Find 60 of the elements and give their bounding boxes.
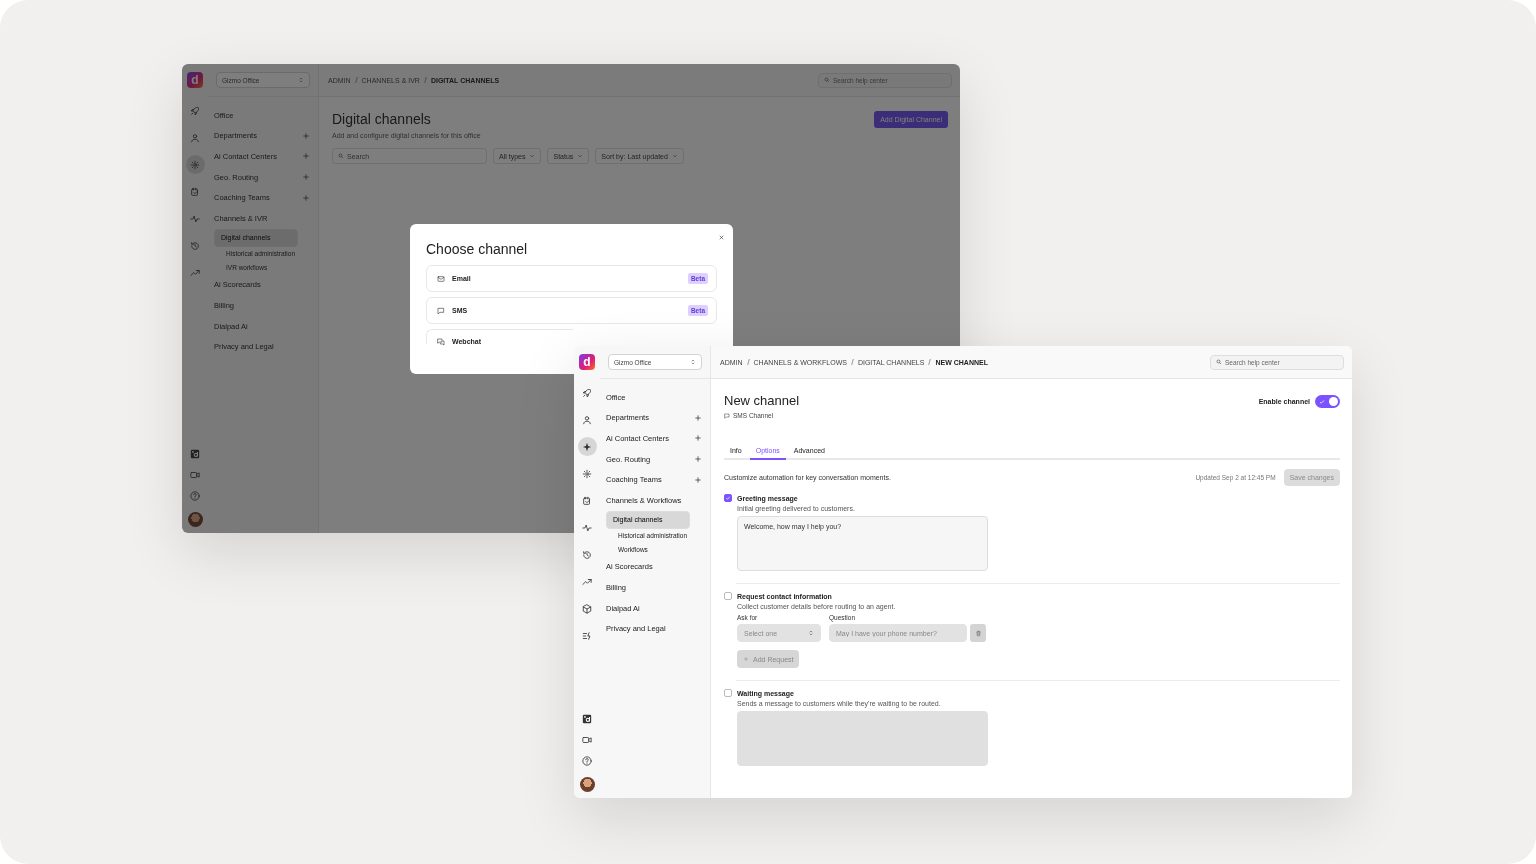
updown-icon	[808, 630, 814, 636]
trend-icon	[190, 267, 200, 278]
plus-icon	[743, 656, 749, 662]
updown-icon	[690, 359, 696, 365]
avatar-icon[interactable]	[187, 512, 203, 527]
checkbox[interactable]	[724, 494, 732, 502]
rocket-icon	[582, 387, 592, 398]
calendar-check-icon	[582, 495, 592, 506]
trend-icon	[582, 576, 592, 587]
list-bolt-icon	[582, 630, 592, 641]
page-title: New channel	[724, 393, 800, 408]
plus-icon[interactable]	[302, 173, 310, 182]
delete-button[interactable]	[970, 624, 986, 642]
toggle-switch[interactable]	[1315, 395, 1340, 408]
history-icon	[582, 549, 592, 560]
search-icon	[824, 77, 830, 83]
mail-icon	[437, 274, 445, 283]
plus-icon[interactable]	[302, 131, 310, 140]
pulse-icon	[582, 522, 592, 533]
video-icon[interactable]	[582, 735, 592, 745]
rocket-icon	[190, 105, 200, 116]
history-icon	[190, 240, 200, 251]
logo[interactable]: d	[579, 354, 595, 370]
page-title: Digital channels	[332, 111, 432, 127]
app-icon[interactable]	[582, 714, 592, 724]
avatar-icon[interactable]	[579, 777, 595, 792]
check-icon	[1319, 398, 1325, 405]
chevron-down-icon	[529, 153, 536, 159]
plus-icon[interactable]	[694, 434, 702, 443]
plus-icon[interactable]	[302, 193, 310, 202]
updown-icon	[298, 77, 304, 83]
chats-icon	[437, 338, 445, 346]
settings-icon	[582, 468, 592, 479]
plus-icon[interactable]	[694, 413, 702, 422]
help-icon[interactable]	[190, 491, 200, 501]
chevron-down-icon	[671, 153, 678, 159]
chat-icon	[437, 306, 445, 315]
search-icon	[338, 153, 344, 159]
search-icon	[1216, 359, 1222, 365]
pulse-icon	[190, 213, 200, 224]
rail-button[interactable]	[577, 437, 597, 456]
cube-icon	[582, 603, 592, 614]
person-icon	[582, 414, 592, 425]
checkbox[interactable]	[724, 592, 732, 600]
plus-icon[interactable]	[694, 475, 702, 484]
calendar-check-icon	[190, 186, 200, 197]
chat-icon	[724, 412, 730, 419]
plus-icon[interactable]	[302, 152, 310, 161]
person-icon	[190, 132, 200, 143]
video-icon[interactable]	[190, 470, 200, 480]
close-icon[interactable]	[718, 234, 725, 241]
checkbox[interactable]	[724, 689, 732, 697]
plus-icon[interactable]	[694, 455, 702, 464]
help-icon[interactable]	[582, 756, 592, 766]
settings-icon	[190, 159, 200, 170]
trash-icon	[974, 629, 982, 637]
dialog-title: Choose channel	[426, 241, 528, 257]
logo[interactable]: d	[187, 72, 203, 88]
chevron-down-icon	[577, 153, 584, 159]
sparkle-icon	[582, 441, 592, 452]
